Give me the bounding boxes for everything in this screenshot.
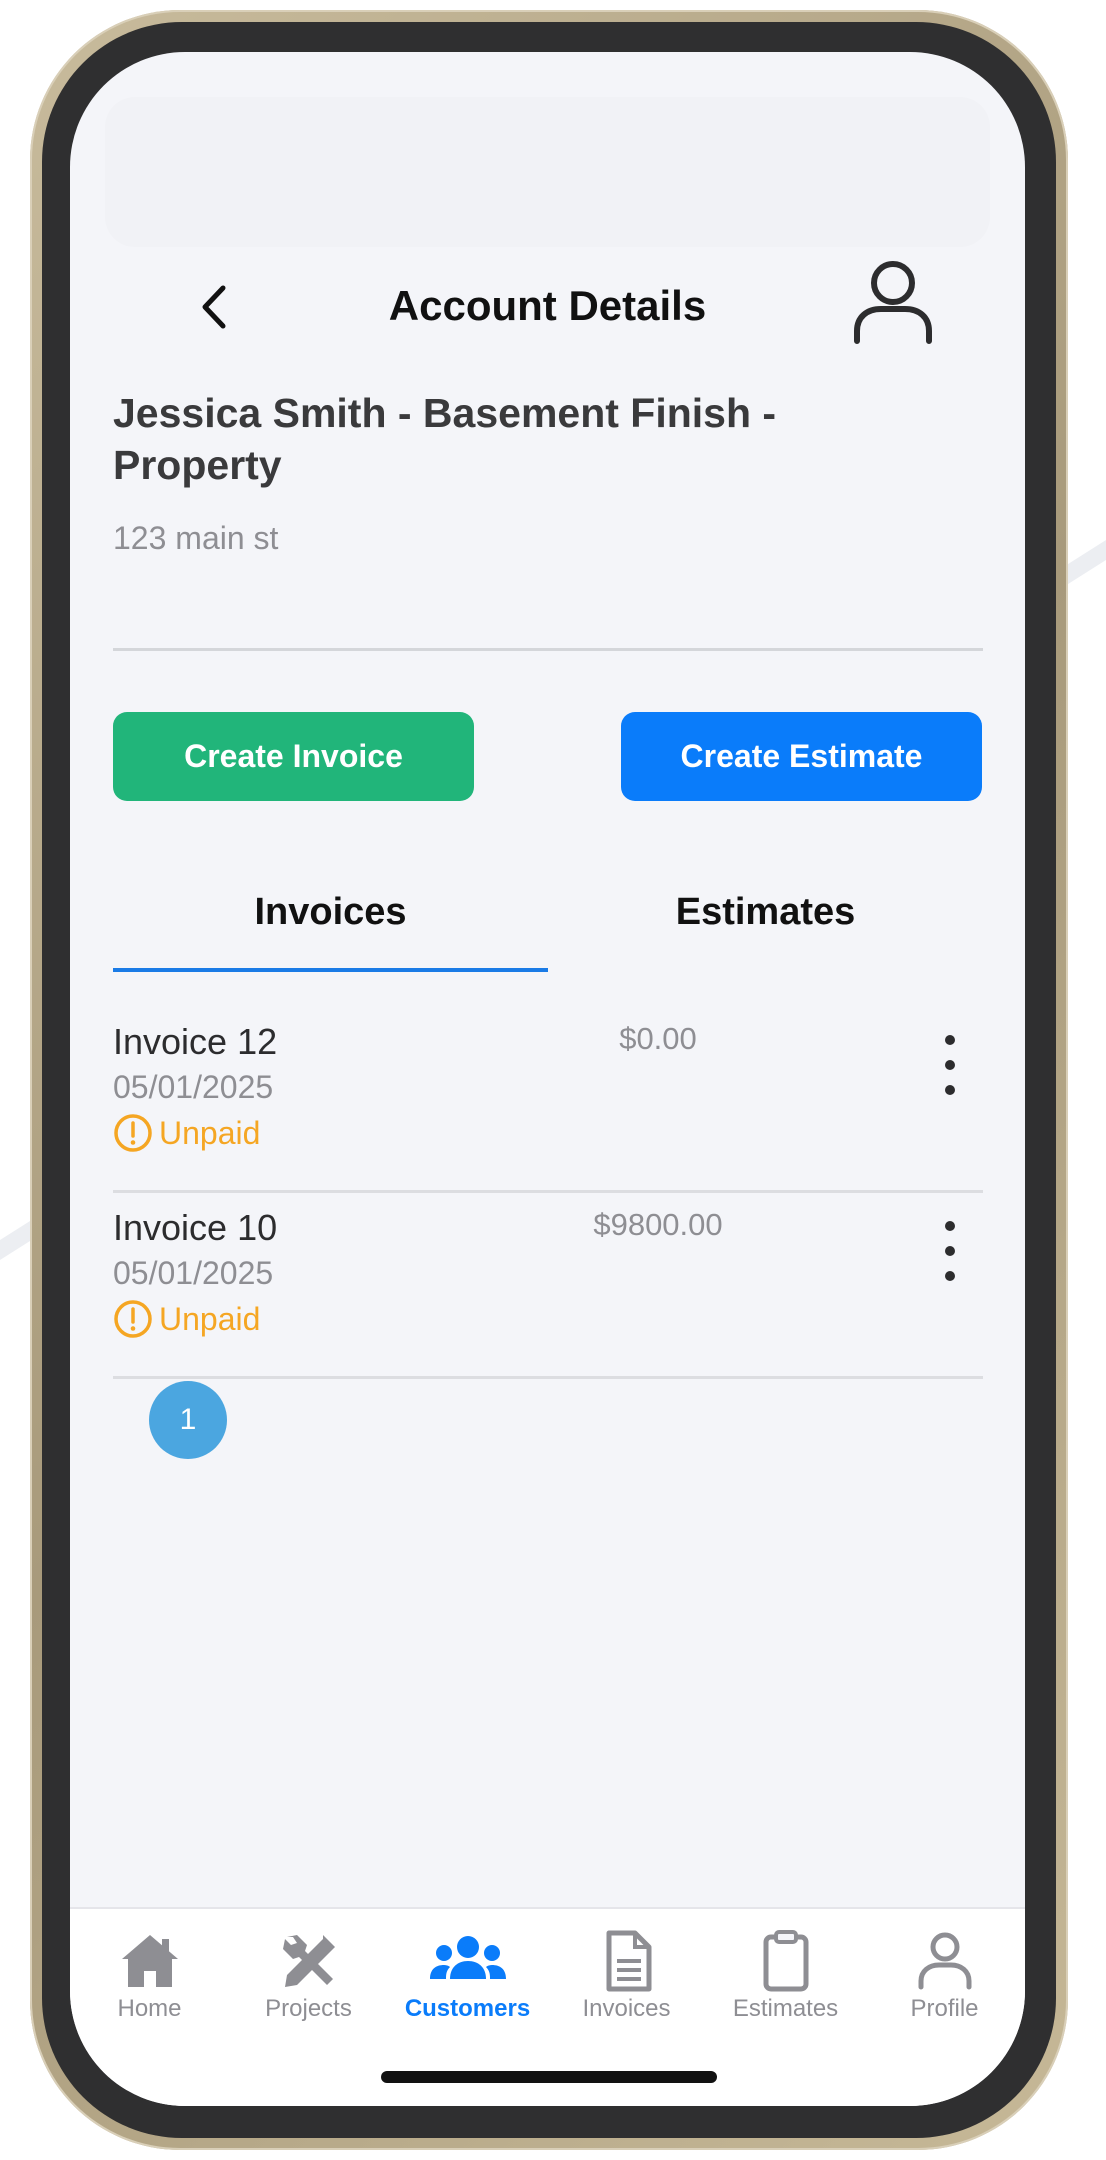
alert-circle-icon (114, 1114, 152, 1152)
nav-label: Profile (910, 1995, 979, 2022)
create-estimate-button[interactable]: Create Estimate (621, 712, 982, 801)
nav-label: Estimates (732, 1995, 839, 2022)
invoice-amount: $0.00 (619, 1021, 697, 1056)
nav-header: Account Details (70, 252, 1025, 362)
person-icon (854, 261, 932, 344)
invoice-name: Invoice 12 (113, 1021, 278, 1062)
invoice-status: Unpaid (113, 1113, 260, 1153)
alert-circle-icon (114, 1300, 152, 1338)
nav-estimates[interactable]: Estimates (706, 1909, 865, 2029)
invoice-status-label: Unpaid (159, 1114, 261, 1151)
tools-icon (282, 1935, 335, 1987)
person-icon (918, 1932, 971, 1990)
nav-invoices[interactable]: Invoices (547, 1909, 706, 2029)
create-invoice-button[interactable]: Create Invoice (113, 712, 474, 801)
active-tab-indicator (113, 968, 548, 972)
tab-estimates[interactable]: Estimates (548, 872, 983, 972)
document-icon (606, 1930, 651, 1992)
clipboard-icon (763, 1930, 808, 1992)
nav-label: Home (117, 1995, 182, 2022)
pagination-page-button[interactable]: 1 (149, 1381, 227, 1459)
home-indicator (381, 2071, 717, 2083)
invoice-status-label: Unpaid (159, 1300, 261, 1337)
tab-invoices[interactable]: Invoices (113, 872, 548, 972)
nav-home[interactable]: Home (70, 1909, 229, 2029)
invoice-amount: $9800.00 (593, 1207, 723, 1242)
home-icon (121, 1935, 178, 1987)
account-address: 123 main st (113, 520, 279, 556)
chevron-left-icon (202, 285, 226, 329)
back-button[interactable] (180, 272, 250, 342)
account-name: Jessica Smith - Basement Finish - Proper… (113, 390, 777, 488)
row-divider (113, 1376, 983, 1379)
status-bar-area (105, 97, 990, 247)
page-title: Account Details (388, 282, 707, 329)
invoice-name: Invoice 10 (113, 1207, 278, 1248)
divider (113, 648, 983, 651)
users-icon (429, 1936, 506, 1979)
app-screen: Account Details Jessica Smith - Basement… (70, 52, 1025, 2106)
more-vertical-icon (945, 1221, 955, 1281)
invoice-date: 05/01/2025 (113, 1255, 274, 1291)
nav-label: Projects (265, 1995, 352, 2022)
nav-customers[interactable]: Customers (388, 1909, 547, 2029)
nav-profile[interactable]: Profile (865, 1909, 1024, 2029)
invoice-row[interactable]: Invoice 12 05/01/2025 Unpaid $0.00 (113, 1007, 983, 1193)
nav-label: Customers (404, 1995, 531, 2022)
more-options-button[interactable] (925, 1025, 975, 1105)
invoice-date: 05/01/2025 (113, 1069, 274, 1105)
tab-bar: Invoices Estimates (113, 872, 983, 972)
more-vertical-icon (945, 1035, 955, 1095)
invoice-status: Unpaid (113, 1299, 260, 1339)
invoice-row[interactable]: Invoice 10 05/01/2025 Unpaid $9800.00 (113, 1193, 983, 1379)
more-options-button[interactable] (925, 1211, 975, 1291)
nav-projects[interactable]: Projects (229, 1909, 388, 2029)
nav-label: Invoices (582, 1995, 671, 2022)
profile-button[interactable] (848, 258, 938, 348)
